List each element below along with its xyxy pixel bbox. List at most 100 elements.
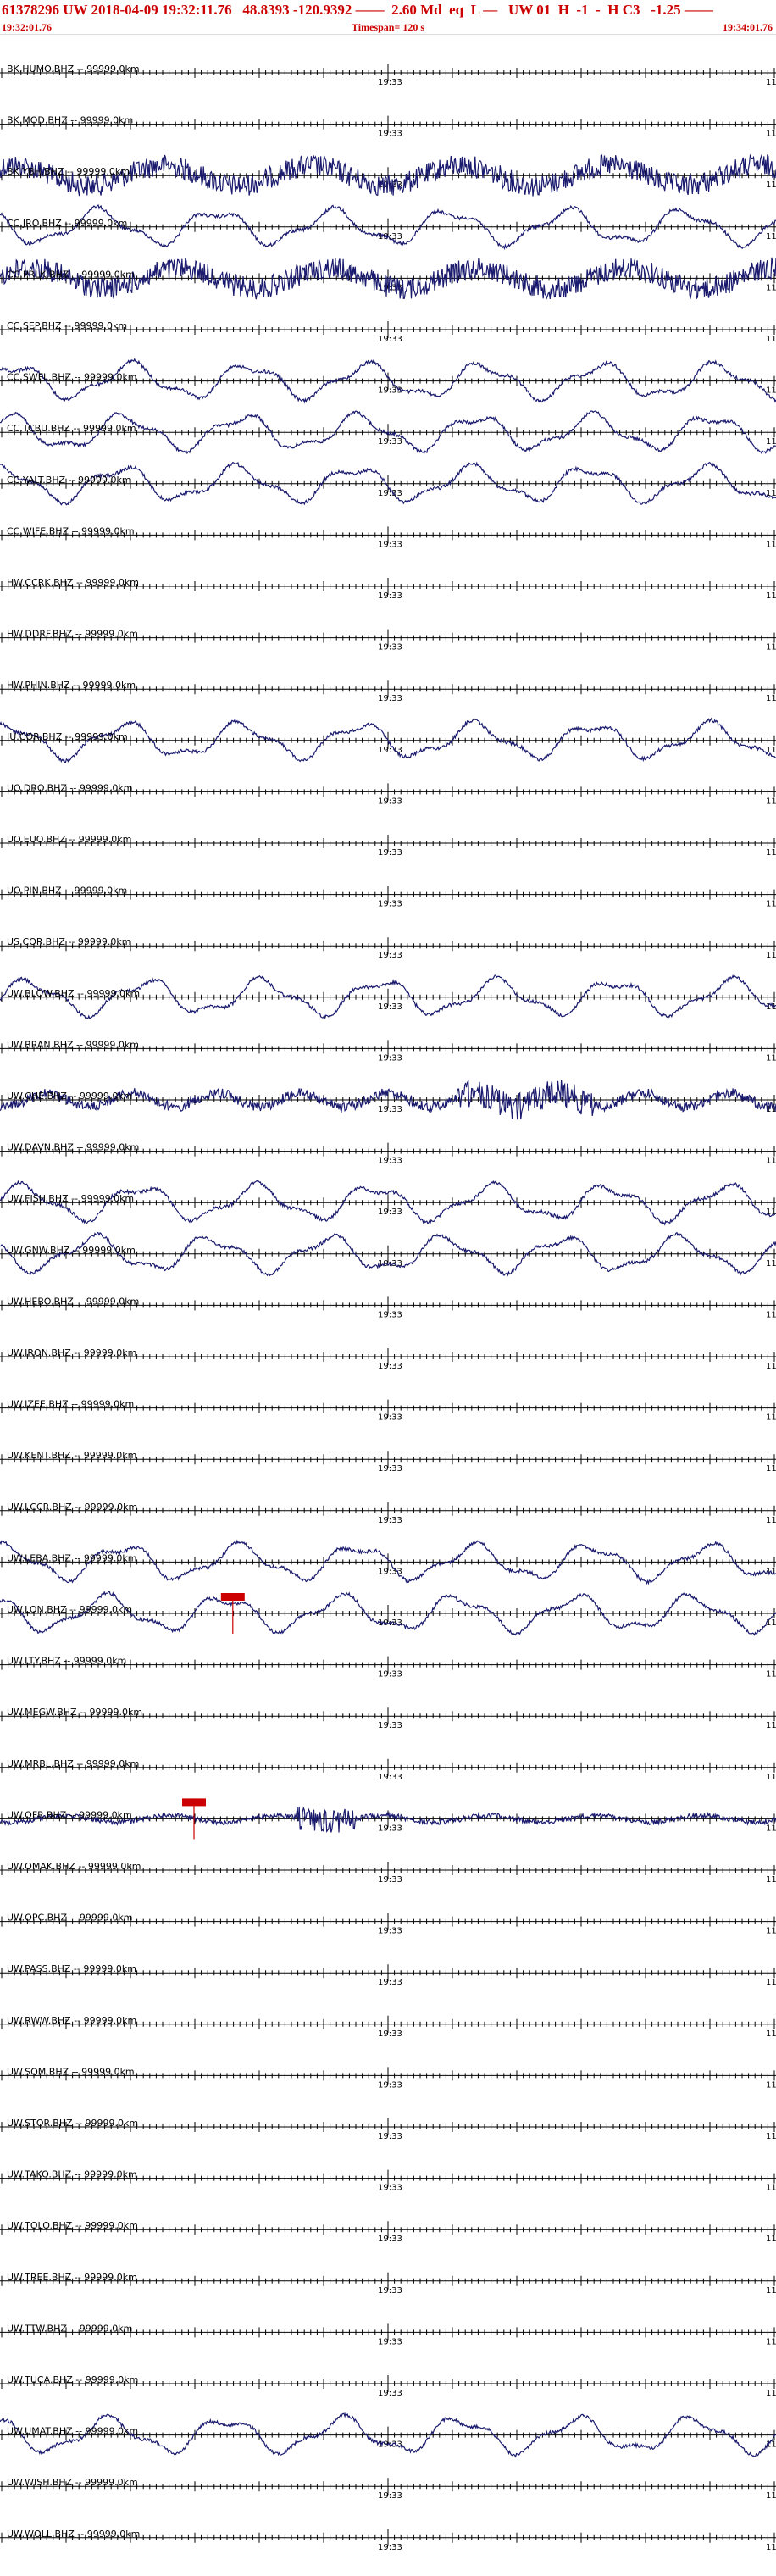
uw-stor-bhz-station-label: UW.STOR.BHZ -- 99999.0km — [7, 2118, 138, 2129]
seismogram-traces: 19:33 11 BK.HUMO.BHZ -- 99999.0km 19:33 11 BK… — [0, 64, 776, 2552]
hw-ddrf-bhz-edge-label: 11 — [766, 643, 776, 652]
uw-woll-bhz-edge-label: 11 — [766, 2543, 776, 2552]
uw-sqm-bhz-station-label: UW.SQM.BHZ -- 99999.0km — [7, 2066, 135, 2077]
cc-prlk-bhz-edge-label: 11 — [766, 283, 776, 292]
uw-izee-bhz-time-label: 19:33 — [378, 1413, 402, 1423]
bk-humo-bhz-station-label: BK.HUMO.BHZ -- 99999.0km — [7, 64, 140, 75]
uw-ofr-bhz-station-label: UW.OFR.BHZ -- 99999.0km — [7, 1809, 132, 1820]
cc-sep-bhz-edge-label: 11 — [766, 335, 776, 344]
uw-hebo-bhz-station-label: UW.HEBO.BHZ -- 99999.0km — [7, 1296, 139, 1307]
uw-hebo-bhz-edge-label: 11 — [766, 1310, 776, 1319]
uw-mrbl-bhz-edge-label: 11 — [766, 1773, 776, 1782]
uw-davn-bhz-station-label: UW.DAVN.BHZ -- 99999.0km — [7, 1142, 139, 1153]
uw-opc-bhz-time-label: 19:33 — [378, 1927, 402, 1936]
uw-che-bhz-station-label: UW.CHE.BHZ -- 99999.0km — [7, 1091, 132, 1102]
uw-stor-bhz-edge-label: 11 — [766, 2132, 776, 2141]
uw-blow-bhz-station-label: UW.BLOW.BHZ -- 99999.0km — [7, 988, 140, 999]
uw-wish-bhz-edge-label: 11 — [766, 2491, 776, 2501]
plot-header: 61378296 UW 2018-04-09 19:32:11.76 48.83… — [0, 0, 776, 35]
cc-wife-bhz-station-label: CC.WIFE.BHZ -- 99999.0km — [7, 525, 135, 536]
uw-tuca-bhz-edge-label: 11 — [766, 2389, 776, 2398]
bk-humo-bhz-time-label: 19:33 — [378, 78, 402, 87]
uo-euo-bhz-time-label: 19:33 — [378, 848, 402, 858]
uw-izee-bhz-station-label: UW.IZEE.BHZ -- 99999.0km — [7, 1399, 134, 1410]
uw-lty-bhz-time-label: 19:33 — [378, 1670, 402, 1679]
cc-wife-bhz-time-label: 19:33 — [378, 540, 402, 549]
uw-ofr-bhz-time-label: 19:33 — [378, 1824, 402, 1833]
uo-dro-bhz-time-label: 19:33 — [378, 797, 402, 806]
uw-mrbl-bhz-station-label: UW.MRBL.BHZ -- 99999.0km — [7, 1758, 139, 1769]
uw-iron-bhz-station-label: UW.IRON.BHZ -- 99999.0km — [7, 1347, 136, 1358]
uw-ttw-bhz-station-label: UW.TTW.BHZ -- 99999.0km — [7, 2323, 132, 2334]
uw-lty-bhz-edge-label: 11 — [766, 1670, 776, 1679]
cc-jro-bhz-edge-label: 11 — [766, 232, 776, 242]
hw-phin-bhz-edge-label: 11 — [766, 694, 776, 703]
bk-mod-bhz-time-label: 19:33 — [378, 130, 402, 139]
uw-megw-bhz-station-label: UW.MEGW.BHZ -- 99999.0km — [7, 1707, 142, 1718]
uw-woll-bhz-station-label: UW.WOLL.BHZ -- 99999.0km — [7, 2529, 140, 2540]
uw-iron-bhz-edge-label: 11 — [766, 1362, 776, 1371]
uo-dro-bhz-station-label: UO.DRO.BHZ -- 99999.0km — [7, 782, 132, 793]
timespan-label: Timespan= 120 s — [352, 21, 424, 33]
uw-tako-bhz-station-label: UW.TAKO.BHZ -- 99999.0km — [7, 2169, 137, 2180]
cc-swfl-bhz-time-label: 19:33 — [378, 386, 402, 396]
cc-sep-bhz-time-label: 19:33 — [378, 335, 402, 344]
hw-ccrk-bhz-time-label: 19:33 — [378, 591, 402, 601]
us-cor-bhz-edge-label: 11 — [766, 951, 776, 960]
uw-leba-bhz-station-label: UW.LEBA.BHZ -- 99999.0km — [7, 1552, 136, 1563]
hw-ddrf-bhz-time-label: 19:33 — [378, 643, 402, 652]
uo-euo-bhz-station-label: UO.EUO.BHZ -- 99999.0km — [7, 834, 131, 845]
uw-omak-bhz-time-label: 19:33 — [378, 1875, 402, 1885]
cc-jro-bhz-station-label: CC.JRO.BHZ -- 99999.0km — [7, 218, 127, 229]
uo-pin-bhz-edge-label: 11 — [766, 900, 776, 909]
cc-swfl-bhz-station-label: CC.SWFL.BHZ -- 99999.0km — [7, 372, 137, 383]
uw-rww-bhz-station-label: UW.RWW.BHZ -- 99999.0km — [7, 2015, 136, 2026]
uw-bran-bhz-edge-label: 11 — [766, 1053, 776, 1063]
bk-mod-bhz-station-label: BK.MOD.BHZ -- 99999.0km — [7, 115, 133, 126]
us-cor-bhz-time-label: 19:33 — [378, 951, 402, 960]
uw-tuca-bhz-station-label: UW.TUCA.BHZ -- 99999.0km — [7, 2374, 138, 2385]
uw-tolo-bhz-edge-label: 11 — [766, 2235, 776, 2244]
uw-lccr-bhz-edge-label: 11 — [766, 1516, 776, 1525]
us-cor-bhz-station-label: US.COR.BHZ -- 99999.0km — [7, 936, 130, 947]
hw-phin-bhz-time-label: 19:33 — [378, 694, 402, 703]
uw-davn-bhz-edge-label: 11 — [766, 1157, 776, 1166]
uw-blow-bhz-time-label: 19:33 — [378, 1002, 402, 1012]
uw-rww-bhz-time-label: 19:33 — [378, 2029, 402, 2039]
uw-gnw-bhz-edge-label: 11 — [766, 1259, 776, 1269]
iu-cor-bhz-station-label: IU.COR.BHZ -- 99999.0km — [7, 731, 128, 742]
uw-lon-bhz-edge-label: 11 — [766, 1618, 776, 1628]
uw-sqm-bhz-edge-label: 11 — [766, 2080, 776, 2090]
hw-ddrf-bhz-station-label: HW.DDRF.BHZ -- 99999.0km — [7, 629, 138, 640]
uw-mrbl-bhz-time-label: 19:33 — [378, 1773, 402, 1782]
uw-wish-bhz-station-label: UW.WISH.BHZ -- 99999.0km — [7, 2477, 138, 2488]
uw-hebo-bhz-time-label: 19:33 — [378, 1310, 402, 1319]
uo-pin-bhz-station-label: UO.PIN.BHZ -- 99999.0km — [7, 886, 127, 897]
bk-humo-bhz-edge-label: 11 — [766, 78, 776, 87]
uw-opc-bhz-station-label: UW.OPC.BHZ -- 99999.0km — [7, 1913, 133, 1924]
cc-wife-bhz-edge-label: 11 — [766, 540, 776, 549]
uw-tako-bhz-time-label: 19:33 — [378, 2184, 402, 2193]
uw-tuca-bhz-time-label: 19:33 — [378, 2389, 402, 2398]
uw-kent-bhz-edge-label: 11 — [766, 1464, 776, 1474]
uw-lccr-bhz-station-label: UW.LCCR.BHZ -- 99999.0km — [7, 1502, 137, 1513]
cc-yalt-bhz-station-label: CC.YALT.BHZ -- 99999.0km — [7, 475, 131, 486]
uw-wish-bhz-time-label: 19:33 — [378, 2491, 402, 2501]
hw-ccrk-bhz-station-label: HW.CCRK.BHZ -- 99999.0km — [7, 577, 139, 588]
uw-gnw-bhz-station-label: UW.GNW.BHZ -- 99999.0km — [7, 1245, 136, 1256]
uw-umat-bhz-station-label: UW.UMAT.BHZ -- 99999.0km — [7, 2426, 138, 2437]
uw-omak-bhz-edge-label: 11 — [766, 1875, 776, 1885]
uw-pass-bhz-station-label: UW.PASS.BHZ -- 99999.0km — [7, 1963, 136, 1974]
uw-tree-bhz-edge-label: 11 — [766, 2286, 776, 2296]
uw-pass-bhz-time-label: 19:33 — [378, 1978, 402, 1987]
bk-ybh-bhz-station-label: BK.YBH.BHZ -- 99999.0km — [7, 166, 130, 177]
uw-ttw-bhz-time-label: 19:33 — [378, 2337, 402, 2346]
uw-stor-bhz-time-label: 19:33 — [378, 2132, 402, 2141]
uw-iron-bhz-time-label: 19:33 — [378, 1362, 402, 1371]
uw-izee-bhz-edge-label: 11 — [766, 1413, 776, 1423]
uw-tree-bhz-time-label: 19:33 — [378, 2286, 402, 2296]
uw-lon-bhz-station-label: UW.LON.BHZ -- 99999.0km — [7, 1604, 132, 1615]
uw-rww-bhz-edge-label: 11 — [766, 2029, 776, 2039]
uw-tolo-bhz-time-label: 19:33 — [378, 2235, 402, 2244]
uo-euo-bhz-edge-label: 11 — [766, 848, 776, 858]
